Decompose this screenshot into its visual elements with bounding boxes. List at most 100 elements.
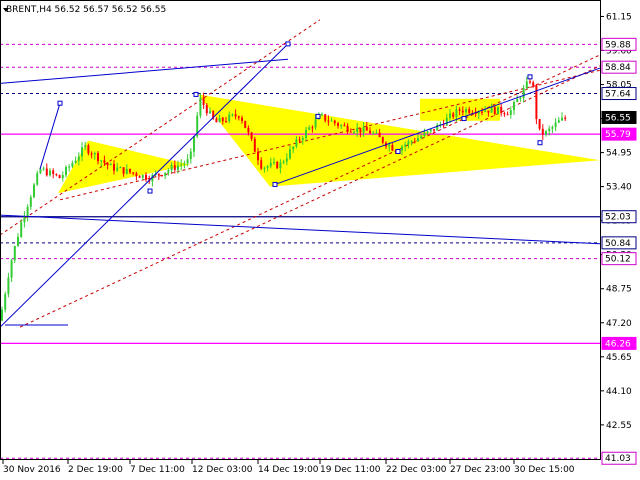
candle-body xyxy=(135,173,138,177)
level-badge-text: 46.26 xyxy=(605,339,631,349)
candle-body xyxy=(68,166,71,168)
candle-body xyxy=(423,132,426,137)
candle-body xyxy=(561,117,563,121)
candle-body xyxy=(260,160,263,169)
candle-body xyxy=(311,127,314,129)
x-tick-label: 30 Nov 2016 xyxy=(3,465,61,475)
candle-body xyxy=(125,168,128,174)
candle-body xyxy=(330,120,333,122)
candle-body xyxy=(420,136,423,139)
price-chart[interactable]: 61.1559.6058.0556.5054.9553.4051.8550.30… xyxy=(0,0,640,480)
candle-body xyxy=(205,105,208,114)
candle-body xyxy=(410,141,413,143)
candle-body xyxy=(484,110,487,112)
candle-body xyxy=(413,141,416,143)
y-tick-label: 47.20 xyxy=(606,319,632,329)
candle-body xyxy=(541,128,544,135)
candle-body xyxy=(164,172,167,176)
candle-body xyxy=(452,113,455,117)
candle-body xyxy=(202,97,205,106)
candle-body xyxy=(305,129,307,139)
candle-body xyxy=(84,145,87,148)
candle-body xyxy=(509,110,512,115)
candle-body xyxy=(449,113,451,118)
wave-marker xyxy=(57,100,63,106)
candle-body xyxy=(497,106,499,115)
candle-body xyxy=(369,130,371,134)
candle-body xyxy=(241,117,243,121)
candle-body xyxy=(276,161,279,169)
candle-body xyxy=(266,166,269,168)
candle-body xyxy=(545,131,547,135)
candle-body xyxy=(314,119,317,128)
y-tick-label: 53.40 xyxy=(606,183,632,193)
candle-body xyxy=(228,114,231,122)
candle-body xyxy=(295,139,298,147)
candle-body xyxy=(333,120,336,124)
wave-marker xyxy=(537,140,543,146)
wave-marker xyxy=(315,113,321,119)
y-tick-label: 48.75 xyxy=(606,285,632,295)
candle-body xyxy=(247,127,250,133)
candle-body xyxy=(554,122,557,127)
candle-body xyxy=(356,128,359,133)
candle-body xyxy=(353,132,355,134)
candle-body xyxy=(74,160,77,163)
candle-body xyxy=(17,236,19,247)
candle-body xyxy=(1,309,3,321)
candle-body xyxy=(170,165,173,171)
level-badge-text: 50.12 xyxy=(605,255,631,265)
level-badge-text: 50.84 xyxy=(605,239,631,249)
candle-body xyxy=(52,170,55,175)
candle-body xyxy=(426,131,429,133)
candle-body xyxy=(26,206,29,217)
candle-body xyxy=(285,158,288,162)
chart-title: BRENT,H4 56.52 56.57 56.52 56.55 xyxy=(6,5,166,15)
candle-body xyxy=(215,118,218,123)
candle-body xyxy=(490,107,493,113)
candle-body xyxy=(81,147,83,157)
candle-body xyxy=(116,167,119,171)
candle-body xyxy=(250,132,253,139)
candle-body xyxy=(186,159,189,164)
candle-body xyxy=(193,136,195,152)
candle-body xyxy=(237,116,240,118)
y-tick-label: 61.15 xyxy=(606,12,632,22)
candle-body xyxy=(461,110,464,113)
candle-body xyxy=(218,117,221,123)
x-tick-label: 2 Dec 19:00 xyxy=(68,465,123,475)
candle-body xyxy=(173,165,176,170)
candle-body xyxy=(42,168,45,170)
candle-body xyxy=(372,132,375,134)
candle-body xyxy=(500,106,503,114)
candle-body xyxy=(340,125,343,127)
candle-body xyxy=(141,174,144,178)
candle-body xyxy=(97,153,99,162)
candle-body xyxy=(481,111,483,113)
candle-body xyxy=(529,81,531,83)
candle-body xyxy=(180,164,183,166)
candle-body xyxy=(109,164,112,166)
y-tick-label: 42.55 xyxy=(606,421,632,431)
candle-body xyxy=(55,174,58,176)
candle-body xyxy=(525,81,528,89)
candle-body xyxy=(362,126,365,133)
candle-body xyxy=(321,114,323,116)
candle-body xyxy=(417,138,419,142)
candle-body xyxy=(503,113,506,115)
candle-body xyxy=(381,137,384,143)
x-tick-label: 7 Dec 11:00 xyxy=(130,465,185,475)
candle-body xyxy=(58,175,61,179)
candle-body xyxy=(39,168,42,174)
candle-body xyxy=(538,119,541,129)
candle-body xyxy=(564,117,567,119)
candle-body xyxy=(183,163,186,165)
candle-body xyxy=(106,162,109,166)
candle-body xyxy=(61,175,64,179)
candle-body xyxy=(349,131,352,133)
candle-body xyxy=(209,111,211,114)
candle-body xyxy=(292,146,295,150)
candle-body xyxy=(513,102,515,111)
candle-body xyxy=(522,88,525,99)
candle-body xyxy=(445,117,448,126)
